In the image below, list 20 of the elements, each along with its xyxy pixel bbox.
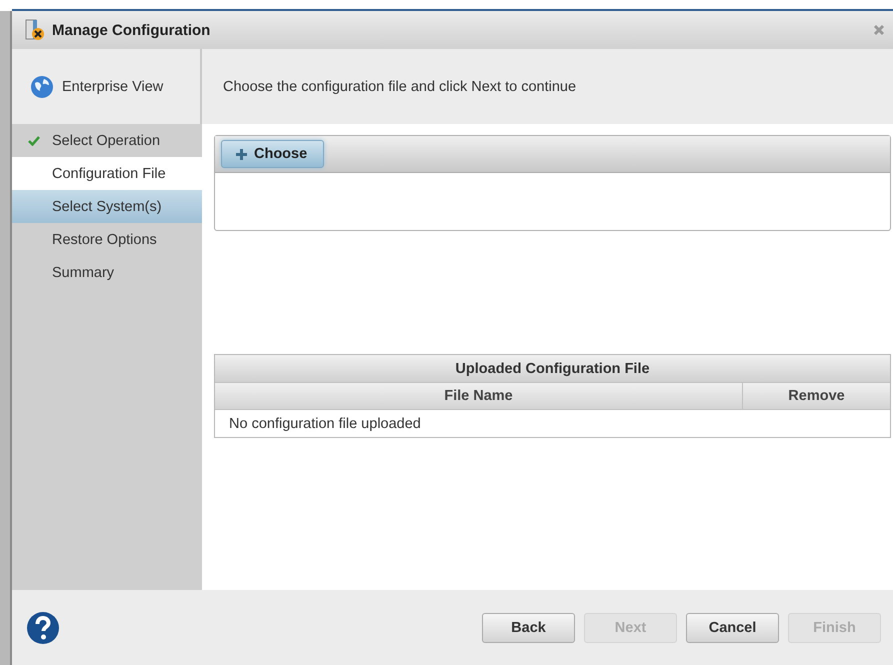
instruction-text: Choose the configuration file and click Next to continue	[223, 78, 576, 94]
globe-icon	[30, 74, 54, 98]
wizard-step[interactable]: Select Operation	[12, 124, 202, 157]
wizard-step[interactable]: Restore Options	[12, 223, 202, 256]
table-title: Uploaded Configuration File	[215, 355, 890, 383]
close-icon	[873, 24, 885, 36]
help-icon[interactable]	[26, 610, 60, 644]
enterprise-view-label[interactable]: Enterprise View	[62, 78, 164, 94]
wizard-step[interactable]: Select System(s)	[12, 190, 202, 223]
column-header: Remove	[787, 387, 846, 406]
choose-button[interactable]: Choose	[221, 140, 324, 168]
column-header: File Name	[215, 383, 743, 409]
window-title: Manage Configuration	[52, 22, 212, 38]
wizard-button[interactable]: Back	[482, 612, 575, 642]
wizard-step[interactable]: Configuration File	[12, 157, 202, 190]
plus-icon	[236, 148, 247, 160]
wizard-step[interactable]: Summary	[12, 256, 202, 289]
wizard-button[interactable]: Cancel	[686, 612, 779, 642]
empty-message: No configuration file uploaded	[229, 416, 421, 432]
app-icon	[24, 19, 46, 41]
